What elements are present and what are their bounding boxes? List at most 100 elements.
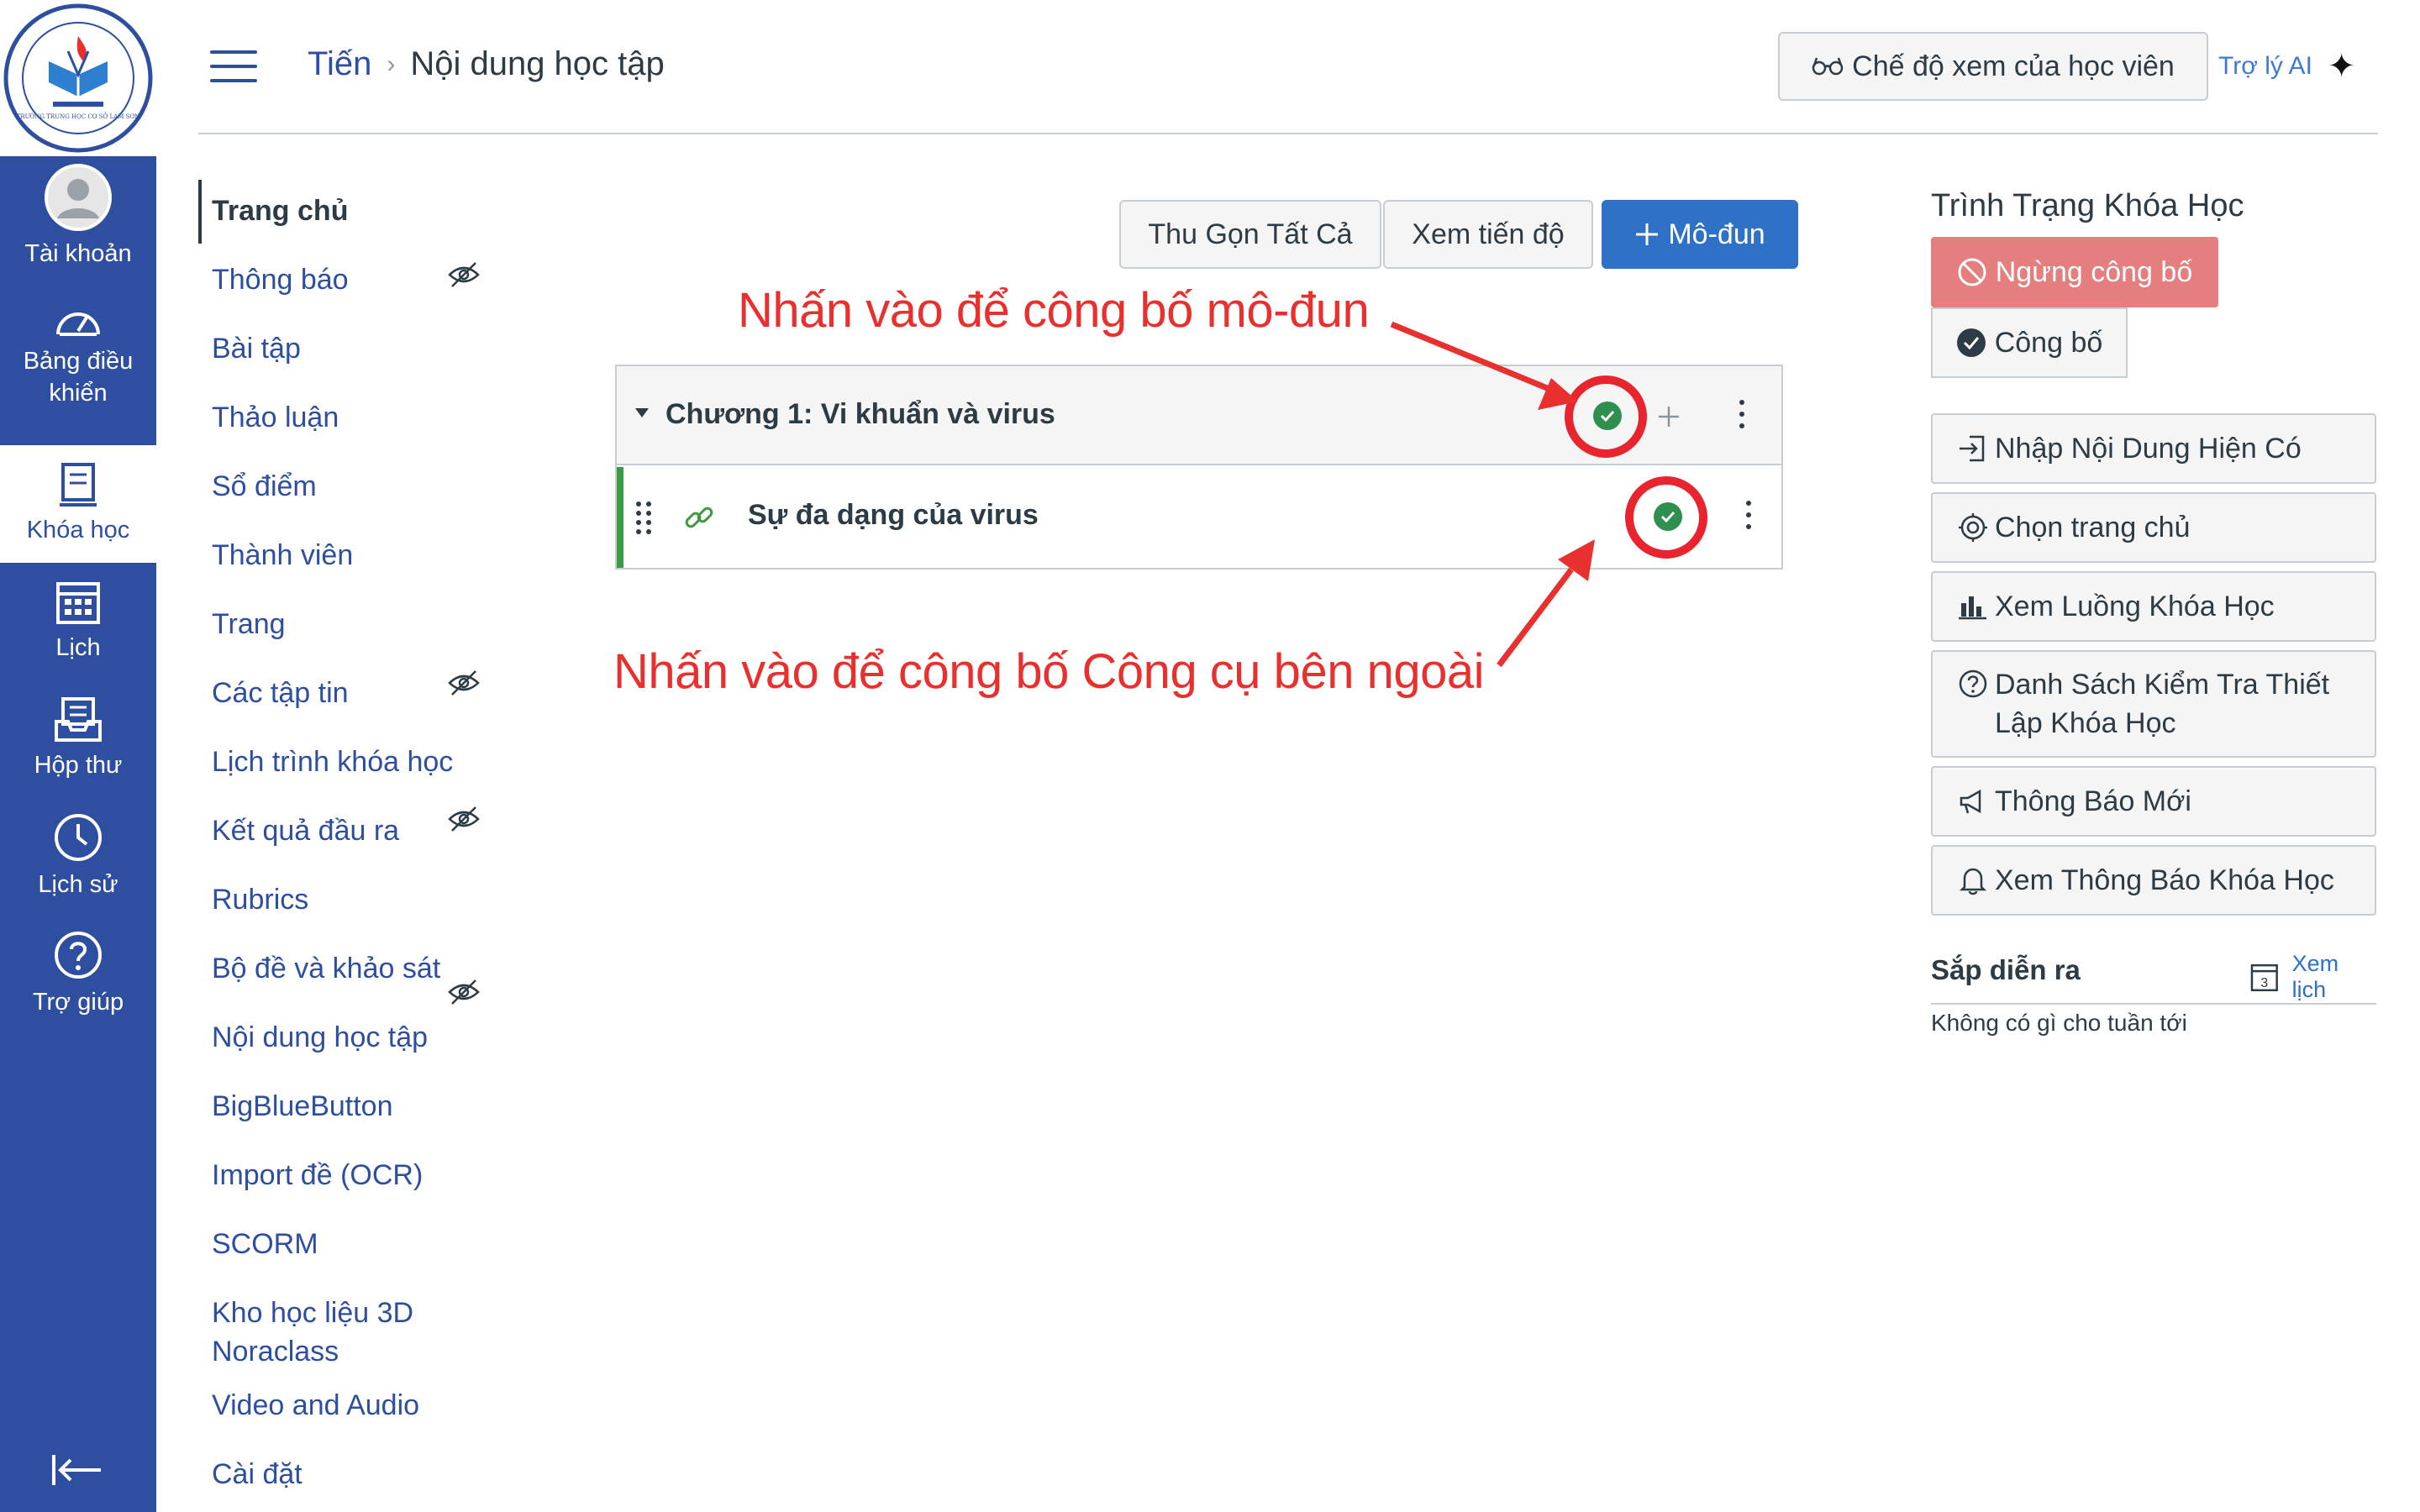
ai-assistant-link[interactable]: Trợ lý AI ✦ [2218,47,2355,86]
nav-history[interactable]: Lịch sử [0,798,156,916]
view-course-notifications-button[interactable]: Xem Thông Báo Khóa Học [1931,845,2376,916]
course-nav-scorm[interactable]: SCORM [212,1225,318,1263]
unpublish-label: Ngừng công bố [1995,255,2193,288]
course-nav-quizzes[interactable]: Bộ đề và khảo sát [212,949,440,988]
nav-label: Tài khoản [24,240,132,268]
choose-home-page-label: Chọn trang chủ [1995,512,2191,543]
external-link-icon [685,507,713,528]
help-icon [55,932,102,979]
module-item-title[interactable]: Sự đa dạng của virus [748,499,1039,532]
course-nav-import-ocr[interactable]: Import đề (OCR) [212,1156,423,1194]
course-nav-home[interactable]: Trang chủ [212,192,348,230]
ban-icon [1958,258,1986,286]
collapse-arrow-icon [52,1455,101,1485]
school-logo[interactable]: TRƯỜNG TRUNG HỌC CƠ SỞ LAM SƠN [0,0,156,156]
course-nav-pages[interactable]: Trang [212,605,286,643]
course-setup-checklist-label: Danh Sách Kiểm Tra Thiết Lập Khóa Học [1995,669,2330,739]
nav-label: Trợ giúp [32,989,124,1016]
global-nav: TRƯỜNG TRUNG HỌC CƠ SỞ LAM SƠN Tài khoản… [0,0,156,1512]
nav-inbox[interactable]: Hộp thư [0,680,156,798]
add-item-icon[interactable] [1657,405,1681,428]
import-content-label: Nhập Nội Dung Hiện Có [1995,433,2302,465]
history-icon [55,814,102,862]
hidden-eye-icon [448,979,480,1005]
student-view-button[interactable]: Chế độ xem của học viên [1778,32,2208,101]
plus-icon [1636,223,1659,245]
view-calendar-label: Xem lịch [2291,951,2339,1002]
calendar-day-icon: 3 [2250,963,2278,992]
collapse-all-label: Thu Gọn Tất Cả [1148,218,1353,250]
nav-label: Khóa học [26,517,130,544]
view-course-stream-button[interactable]: Xem Luồng Khóa Học [1931,571,2376,642]
course-nav-files[interactable]: Các tập tin [212,674,349,712]
top-header: Tiến › Nội dung học tập Chế độ xem của h… [198,0,2378,134]
course-nav-assignments[interactable]: Bài tập [212,329,301,368]
glasses-icon [1812,57,1844,76]
course-nav-people[interactable]: Thành viên [212,536,353,575]
collapse-caret-icon[interactable] [635,408,649,417]
active-indicator [198,180,202,244]
course-nav-settings[interactable]: Cài đặt [212,1455,302,1494]
course-nav-syllabus[interactable]: Lịch trình khóa học [212,743,453,781]
course-nav-video-audio[interactable]: Video and Audio [212,1386,419,1425]
view-calendar-link[interactable]: 3 Xem lịch [2250,951,2378,1003]
collapse-all-button[interactable]: Thu Gọn Tất Cả [1119,200,1381,269]
import-content-button[interactable]: Nhập Nội Dung Hiện Có [1931,413,2376,484]
add-module-label: Mô-đun [1668,218,1765,250]
view-progress-label: Xem tiến độ [1412,218,1565,250]
course-nav-bigbluebutton[interactable]: BigBlueButton [212,1087,393,1126]
ai-assistant-label: Trợ lý AI [2218,52,2312,80]
unpublish-button[interactable]: Ngừng công bố [1931,237,2218,307]
school-seal-icon: TRƯỜNG TRUNG HỌC CƠ SỞ LAM SƠN [3,3,153,153]
nav-calendar[interactable]: Lịch [0,563,156,680]
import-icon [1960,435,1985,462]
breadcrumb-course-link[interactable]: Tiến [308,45,371,83]
item-options-icon[interactable] [1746,501,1753,536]
calendar-icon [56,582,100,625]
nav-label: Bảng điều khiển [23,348,134,407]
add-module-button[interactable]: Mô-đun [1602,200,1798,269]
course-nav-grades[interactable]: Sổ điểm [212,467,317,506]
breadcrumb-current-page: Nội dung học tập [410,45,665,82]
svg-text:TRƯỜNG TRUNG HỌC CƠ SỞ LAM SƠN: TRƯỜNG TRUNG HỌC CƠ SỞ LAM SƠN [17,112,140,120]
choose-home-page-button[interactable]: Chọn trang chủ [1931,492,2376,563]
dashboard-icon [56,312,100,337]
nav-courses[interactable]: Khóa học [0,445,156,563]
sparkle-icon: ✦ [2327,48,2356,85]
course-nav-rubrics[interactable]: Rubrics [212,880,308,919]
divider [1931,1003,2376,1005]
course-nav-outcomes[interactable]: Kết quả đầu ra [212,811,399,850]
student-view-label: Chế độ xem của học viên [1852,50,2175,82]
annotation-arrows [1390,321,1595,668]
coming-up-title: Sắp diễn ra [1931,954,2081,985]
megaphone-icon [1960,789,1981,814]
module-options-icon[interactable] [1739,400,1746,435]
course-nav-announcements[interactable]: Thông báo [212,260,349,299]
course-nav-modules[interactable]: Nội dung học tập [212,1018,428,1057]
question-icon [1959,669,1987,698]
view-course-stream-label: Xem Luồng Khóa Học [1995,591,2275,622]
view-course-notifications-label: Xem Thông Báo Khóa Học [1995,864,2334,896]
inbox-icon [55,697,102,743]
new-announcement-button[interactable]: Thông Báo Mới [1931,766,2376,837]
bell-icon [1959,868,1987,895]
course-nav-3d-library[interactable]: Kho học liệu 3D Noraclass [212,1294,464,1371]
publish-button[interactable]: Công bố [1931,307,2128,378]
course-nav-discussions[interactable]: Thảo luận [212,398,339,437]
breadcrumb-separator: › [387,50,396,78]
nav-help[interactable]: Trợ giúp [0,916,156,1033]
nav-label: Lịch sử [38,871,118,899]
svg-text:3: 3 [2260,976,2268,990]
hamburger-menu-icon[interactable] [210,50,257,84]
nav-dashboard[interactable]: Bảng điều khiển [0,296,156,413]
courses-icon [60,463,97,507]
nav-account[interactable]: Tài khoản [0,158,156,276]
hidden-eye-icon [448,806,480,832]
module-title: Chương 1: Vi khuẩn và virus [666,398,1055,430]
stream-icon [1959,596,1986,620]
view-progress-button[interactable]: Xem tiến độ [1383,200,1593,269]
course-setup-checklist-button[interactable]: Danh Sách Kiểm Tra Thiết Lập Khóa Học [1931,650,2376,758]
drag-handle-icon[interactable] [635,501,652,534]
collapse-nav-button[interactable] [50,1453,103,1491]
breadcrumb: Tiến › Nội dung học tập [308,45,665,83]
